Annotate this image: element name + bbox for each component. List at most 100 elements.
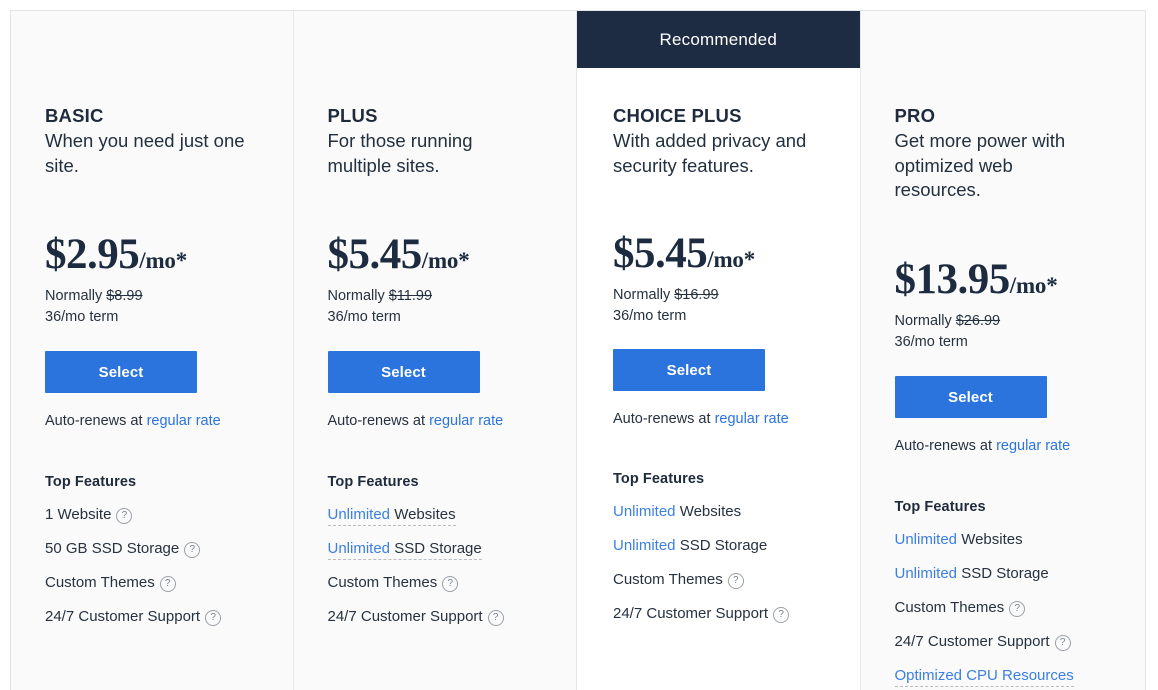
feature-highlight: Unlimited [894, 531, 958, 548]
original-price: $8.99 [106, 288, 143, 305]
feature-item: 24/7 Customer Support? [328, 608, 543, 627]
autorenew-note: Auto-renews at regular rate [45, 413, 259, 429]
original-price: $11.99 [388, 288, 433, 305]
feature-list: Unlimited Websites Unlimited SSD Storage C… [613, 503, 824, 624]
feature-label: Custom Themes [45, 574, 155, 591]
feature-list: Unlimited Websites Unlimited SSD Storage C… [327, 506, 543, 627]
feature-item: Custom Themes? [613, 571, 824, 590]
plan-name: CHOICE PLUS [613, 105, 742, 126]
feature-list: 1 Website? 50 GB SSD Storage? Custom Theme… [45, 506, 259, 627]
feature-label: Unlimited SSD Storage [613, 537, 767, 554]
question-circle-icon[interactable]: ? [184, 542, 201, 559]
select-button[interactable]: Select [45, 351, 197, 394]
feature-text: SSD Storage [390, 540, 482, 558]
plan-name: BASIC [45, 105, 104, 126]
autorenew-note: Auto-renews at regular rate [328, 413, 543, 429]
select-button[interactable]: Select [613, 349, 765, 392]
question-circle-icon[interactable]: ? [442, 576, 459, 593]
price-amount: $5.45 [327, 231, 423, 279]
feature-item[interactable]: Unlimited Websites [895, 531, 1112, 549]
feature-highlight: Unlimited [894, 565, 958, 582]
plan-price: $5.45/mo* [328, 230, 543, 279]
question-circle-icon[interactable]: ? [116, 508, 133, 525]
feature-text: Custom Themes [327, 574, 438, 592]
regular-rate-link[interactable]: regular rate [147, 413, 221, 429]
feature-label: Unlimited Websites [327, 506, 456, 527]
plan-name: PLUS [327, 105, 378, 126]
feature-label: Unlimited SSD Storage [327, 540, 482, 561]
select-button[interactable]: Select [894, 376, 1047, 418]
feature-highlight: Unlimited [613, 537, 676, 555]
price-amount: $13.95 [894, 255, 1011, 303]
feature-highlight: Unlimited [613, 503, 676, 521]
feature-label: 24/7 Customer Support [328, 608, 483, 625]
price-period: /mo* [421, 248, 470, 274]
select-button[interactable]: Select [327, 351, 480, 394]
normal-price-line: Normally $16.99 [613, 285, 824, 306]
original-price: $16.99 [674, 287, 719, 304]
feature-text: Custom Themes [613, 571, 723, 589]
price-amount: $5.45 [613, 230, 708, 278]
plan-column-choice-plus: Recommended CHOICE PLUS With added privacy… [577, 11, 861, 690]
feature-text: SSD Storage [957, 565, 1049, 582]
regular-rate-link[interactable]: regular rate [996, 438, 1070, 454]
feature-item: 24/7 Customer Support? [613, 605, 824, 624]
term-label: 36/mo term [613, 308, 687, 325]
feature-item[interactable]: Unlimited Websites [613, 503, 824, 521]
feature-text: Custom Themes [894, 599, 1005, 616]
normal-price-line: Normally $26.99 [895, 311, 1112, 332]
feature-item[interactable]: Unlimited SSD Storage [895, 565, 1112, 583]
feature-text: Custom Themes [45, 574, 155, 592]
feature-text: SSD Storage [675, 537, 768, 555]
plan-description: For those running multiple sites. [327, 130, 473, 176]
question-circle-icon[interactable]: ? [205, 610, 222, 627]
feature-highlight: Unlimited [327, 506, 391, 524]
plan-body: PRO Get more power with optimized web res… [861, 11, 1146, 690]
autorenew-text: Auto-renews at [894, 438, 997, 454]
plan-description: When you need just one site. [45, 130, 245, 176]
plan-column-basic: BASIC When you need just one site. $2.95/m… [11, 11, 294, 690]
feature-item[interactable]: Unlimited SSD Storage [613, 537, 824, 555]
question-circle-icon[interactable]: ? [487, 610, 504, 627]
question-circle-icon[interactable]: ? [1054, 635, 1071, 651]
feature-item: 24/7 Customer Support? [45, 608, 259, 627]
plan-description: With added privacy and security features… [613, 130, 807, 176]
autorenew-text: Auto-renews at [45, 413, 147, 430]
feature-text: 24/7 Customer Support [45, 608, 201, 626]
feature-item[interactable]: Unlimited Websites [327, 506, 543, 527]
feature-label: 24/7 Customer Support [613, 605, 768, 622]
question-circle-icon[interactable]: ? [1009, 601, 1026, 617]
feature-label: Unlimited Websites [895, 531, 1023, 548]
feature-item: Custom Themes? [45, 574, 259, 593]
normally-label: Normally [613, 287, 675, 304]
feature-label: 24/7 Customer Support [895, 633, 1050, 650]
feature-item: Custom Themes? [895, 599, 1112, 617]
normal-price-line: Normally $11.99 [328, 286, 543, 307]
feature-label: Custom Themes [613, 571, 723, 588]
feature-text: Websites [675, 503, 742, 521]
price-period: /mo* [707, 247, 755, 273]
feature-item[interactable]: Unlimited SSD Storage [327, 540, 543, 561]
feature-text: 50 GB SSD Storage [45, 540, 180, 558]
question-circle-icon[interactable]: ? [159, 576, 176, 593]
recommended-banner: Recommended [577, 11, 860, 68]
feature-label: 50 GB SSD Storage [45, 540, 179, 557]
regular-rate-link[interactable]: regular rate [715, 411, 789, 427]
pricing-table: BASIC When you need just one site. $2.95/m… [10, 10, 1146, 690]
term-label: 36/mo term [894, 333, 968, 350]
normally-label: Normally [894, 312, 956, 329]
feature-label: 24/7 Customer Support [45, 608, 200, 625]
feature-text: Websites [957, 531, 1023, 548]
plan-body: BASIC When you need just one site. $2.95/m… [11, 11, 293, 690]
top-features-heading: Top Features [894, 499, 986, 515]
feature-text: 1 Website [45, 506, 112, 524]
feature-label: Custom Themes [895, 599, 1005, 616]
price-period: /mo* [1009, 272, 1058, 298]
regular-rate-link[interactable]: regular rate [429, 413, 503, 429]
question-circle-icon[interactable]: ? [727, 573, 744, 590]
autorenew-note: Auto-renews at regular rate [613, 411, 824, 427]
normally-label: Normally [45, 288, 107, 305]
question-circle-icon[interactable]: ? [773, 607, 790, 624]
feature-text: 24/7 Customer Support [894, 633, 1050, 650]
plan-name: PRO [894, 105, 936, 126]
